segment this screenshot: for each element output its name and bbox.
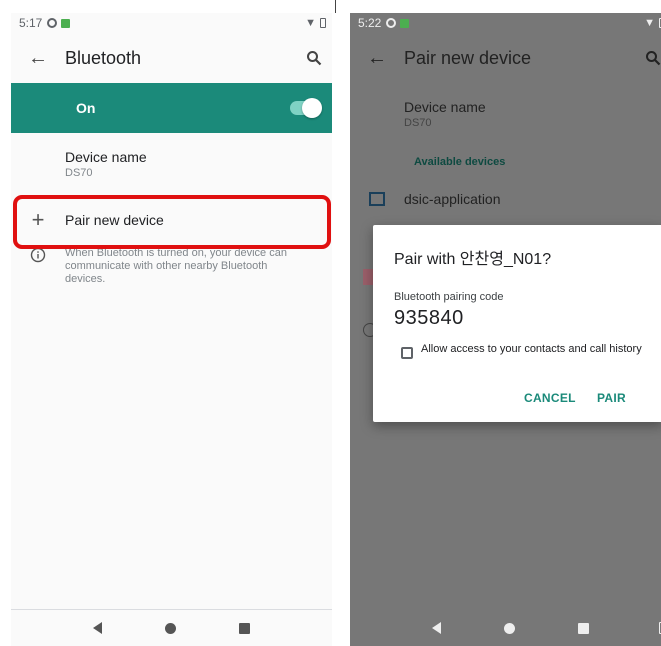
status-time: 5:17 bbox=[19, 16, 43, 30]
wifi-icon: ▼ bbox=[305, 17, 316, 29]
device-name-row[interactable]: Device name DS70 bbox=[350, 83, 661, 145]
device-item-label: dsic-application bbox=[404, 191, 501, 207]
navigation-bar bbox=[350, 610, 661, 646]
bluetooth-toggle-row[interactable]: On bbox=[11, 83, 332, 133]
nav-back-icon[interactable] bbox=[431, 622, 441, 634]
back-arrow-icon[interactable]: ← bbox=[350, 47, 404, 70]
notification-status-icon bbox=[400, 18, 410, 28]
toggle-label: On bbox=[76, 100, 96, 116]
info-text: When Bluetooth is turned on, your device… bbox=[65, 247, 287, 285]
bluetooth-switch[interactable] bbox=[290, 98, 322, 118]
info-row: When Bluetooth is turned on, your device… bbox=[11, 247, 332, 286]
notification-status-icon bbox=[61, 18, 71, 28]
dialog-title: Pair with 안찬영_N01? bbox=[394, 251, 552, 268]
nav-home-icon[interactable] bbox=[503, 622, 515, 634]
info-icon bbox=[11, 247, 65, 268]
back-arrow-icon[interactable]: ← bbox=[11, 47, 65, 70]
switch-knob bbox=[302, 98, 322, 118]
available-devices-header: Available devices bbox=[414, 156, 506, 168]
device-icon bbox=[350, 192, 404, 206]
device-name-row[interactable]: Device name DS70 bbox=[11, 133, 332, 195]
contacts-access-label: Allow access to your contacts and call h… bbox=[421, 343, 642, 355]
pairing-code: 935840 bbox=[394, 307, 464, 329]
device-list-item[interactable]: dsic-application bbox=[350, 179, 661, 219]
google-status-icon bbox=[47, 18, 58, 28]
battery-icon bbox=[320, 18, 326, 28]
page-title: Bluetooth bbox=[65, 47, 142, 68]
cancel-button[interactable]: CANCEL bbox=[524, 391, 576, 405]
pair-button[interactable]: PAIR bbox=[597, 391, 626, 405]
annotation-highlight-box bbox=[13, 195, 331, 249]
page-title: Pair new device bbox=[404, 47, 532, 68]
status-bar: 5:22 ▼ bbox=[350, 13, 661, 33]
google-status-icon bbox=[386, 18, 397, 28]
pairing-dialog: Pair with 안찬영_N01? Bluetooth pairing cod… bbox=[373, 225, 661, 422]
nav-recents-icon[interactable] bbox=[239, 622, 251, 634]
device-name-title: Device name bbox=[404, 99, 486, 115]
contacts-access-checkbox-row[interactable]: Allow access to your contacts and call h… bbox=[401, 343, 655, 359]
wifi-icon: ▼ bbox=[644, 17, 655, 29]
screenshot-divider bbox=[335, 0, 336, 13]
bluetooth-settings-screen: 5:17 ▼ ← Bluetooth On Device name DS70 +… bbox=[11, 13, 332, 646]
pairing-code-label: Bluetooth pairing code bbox=[394, 291, 504, 303]
nav-back-icon[interactable] bbox=[92, 622, 102, 634]
device-name-value: DS70 bbox=[65, 167, 93, 179]
device-name-title: Device name bbox=[65, 149, 147, 165]
nav-recents-icon[interactable] bbox=[578, 622, 590, 634]
status-time: 5:22 bbox=[358, 16, 382, 30]
pair-new-device-screen: 5:22 ▼ ← Pair new device Device name DS7… bbox=[350, 13, 661, 646]
search-icon[interactable] bbox=[296, 50, 332, 66]
search-icon[interactable] bbox=[635, 50, 661, 66]
device-name-value: DS70 bbox=[404, 117, 432, 129]
app-bar: ← Bluetooth bbox=[11, 33, 332, 83]
app-bar: ← Pair new device bbox=[350, 33, 661, 83]
nav-home-icon[interactable] bbox=[164, 622, 176, 634]
status-bar: 5:17 ▼ bbox=[11, 13, 332, 33]
contacts-access-checkbox[interactable] bbox=[401, 347, 413, 359]
navigation-bar bbox=[11, 609, 332, 646]
